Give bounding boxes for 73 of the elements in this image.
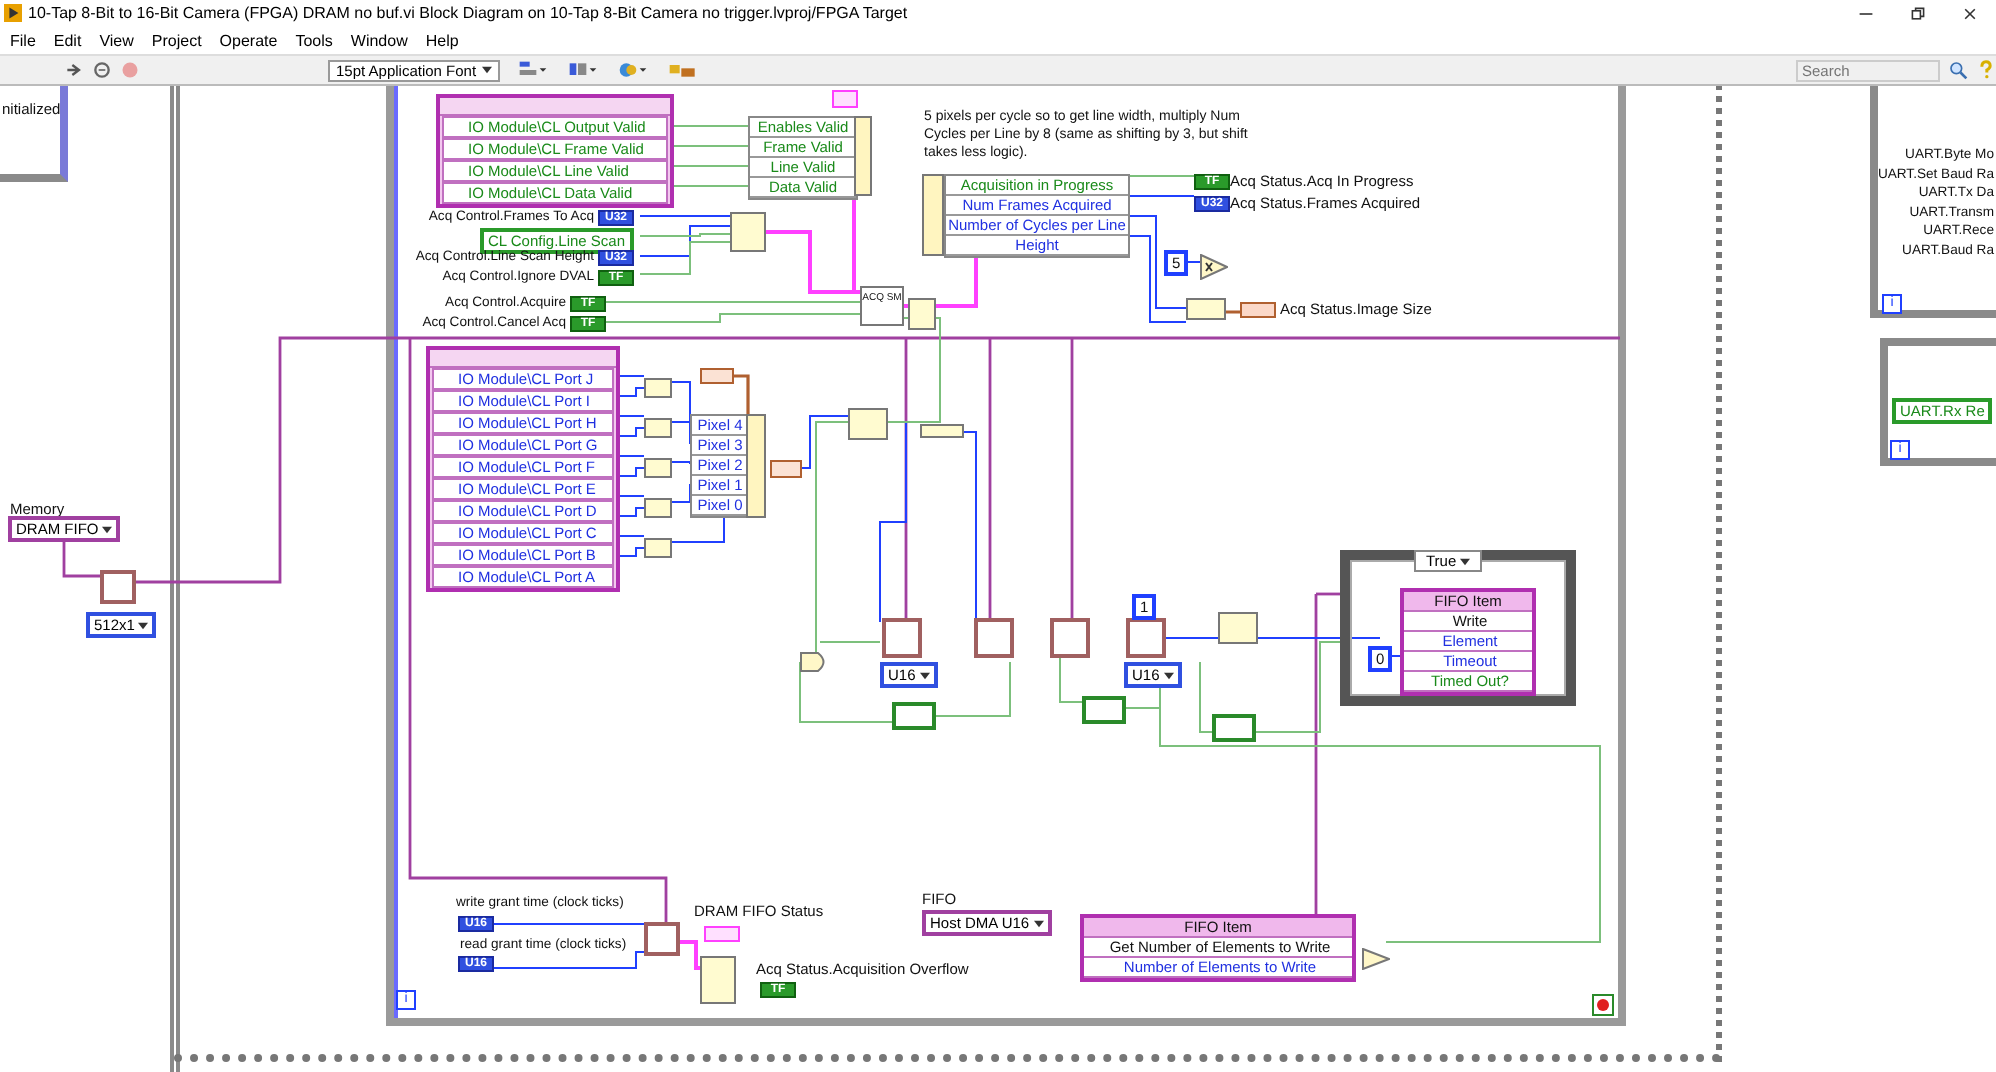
unbundle-node [922,174,944,256]
menu-item[interactable]: Window [350,31,408,49]
caret-icon [1033,919,1044,927]
feedback-node [1082,696,1126,724]
caret-icon [138,621,149,629]
wire [673,185,749,187]
menu-item[interactable]: View [99,31,134,49]
bundle-node [730,212,766,252]
wire [935,661,1011,717]
fifo-write-node [974,618,1014,658]
run-arrow-icon[interactable] [64,60,84,80]
join-node [644,378,672,398]
join-node [644,538,672,558]
caret-icon [482,66,492,74]
wire [1125,195,1195,197]
reorder-icon[interactable] [616,60,650,80]
wire [639,215,731,217]
app-icon [4,4,22,22]
menu-item[interactable]: Tools [295,31,333,49]
feedback-node [1212,714,1256,742]
menu-item[interactable]: Edit [53,31,82,49]
compare-icon [1362,948,1390,970]
cleanup-icon[interactable] [666,60,700,80]
fifo-node [1050,618,1090,658]
conversion-node [770,460,802,478]
multiply-icon [1200,254,1228,280]
caret-icon [919,671,930,679]
wire [673,125,749,127]
constant-node [700,368,734,384]
feedback-node [892,702,936,730]
wire [673,145,749,147]
constant-node [832,90,858,108]
indicator-terminal [1240,302,1276,318]
unbundle-node [908,298,936,330]
fifo-read-node [1126,618,1166,658]
array-node [848,408,888,440]
wire [1125,175,1195,177]
search-icon[interactable] [1948,60,1968,80]
distribute-icon[interactable] [566,60,600,80]
join-node [644,498,672,518]
close-icon[interactable] [1962,5,1978,21]
sequence-frame [0,86,68,182]
join-node [1186,298,1226,320]
split-node [920,424,964,438]
array-node [1218,612,1258,644]
menu-item[interactable]: Project [151,31,202,49]
stop-icon [1592,994,1614,1016]
and-gate-icon [800,652,830,672]
join-node [644,418,672,438]
run-continuously-icon[interactable] [92,60,112,80]
wire [1165,637,1219,639]
window-title: 10-Tap 8-Bit to 16-Bit Camera (FPGA) DRAM no buf.vi Block Diagram on 10-Tap 8-Bit Camera no trigger.lvproj/FPGA Target [28,4,908,22]
fifo-node [100,570,136,604]
caret-icon [1163,671,1174,679]
wire [62,538,100,578]
menu-item[interactable]: Help [425,31,459,49]
restore-icon[interactable] [1910,5,1926,21]
caret-icon [102,525,113,533]
indicator-terminal [704,926,740,942]
unbundle-node [700,956,736,1004]
fifo-config-node [644,922,680,956]
wire [680,940,704,970]
bundle-node [746,414,766,518]
menu-item[interactable]: File [10,31,36,49]
join-node [644,458,672,478]
caret-icon [1460,557,1471,565]
wire [673,165,749,167]
menu-item[interactable]: Operate [219,31,278,49]
wire [799,661,893,723]
align-icon[interactable] [516,60,550,80]
bundle-node [854,116,872,196]
wire [639,241,731,275]
fifo-read-node [882,618,922,658]
